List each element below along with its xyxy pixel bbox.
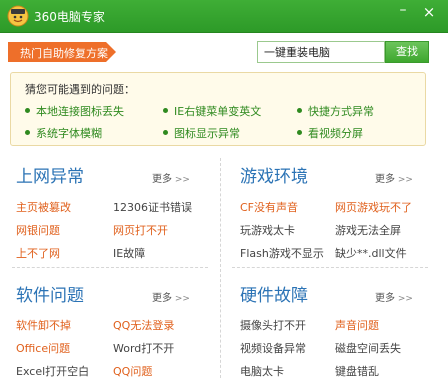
title-bar: 360电脑专家 – × [0,0,448,33]
link-item[interactable]: Flash游戏不显示 [240,245,324,261]
guess-item[interactable]: 看视频分屏 [297,125,363,141]
more-link-internet[interactable]: 更多 >> [152,170,190,185]
link-item[interactable]: 网页游戏玩不了 [335,199,412,215]
link-item[interactable]: 上不了网 [16,245,60,261]
link-item[interactable]: 摄像头打不开 [240,317,306,333]
mascot-icon [7,5,29,27]
search-input[interactable] [257,41,385,63]
link-item[interactable]: Word打不开 [113,340,174,356]
guess-item[interactable]: 图标显示异常 [163,125,240,141]
link-item[interactable]: CF没有声音 [240,199,298,215]
dot-icon [163,108,168,113]
link-item[interactable]: Office问题 [16,340,70,356]
row-divider [232,267,428,268]
section-title-hardware: 硬件故障 [240,286,308,306]
link-item[interactable]: 游戏无法全屏 [335,222,401,238]
link-item[interactable]: 玩游戏太卡 [240,222,295,238]
link-item[interactable]: 电脑太卡 [240,363,284,379]
link-item[interactable]: IE故障 [113,245,145,261]
guess-problems-box: 猜您可能遇到的问题： 本地连接图标丢失 IE右键菜单变英文 快捷方式异常 系统字… [10,72,426,146]
link-item[interactable]: 键盘错乱 [335,363,379,379]
link-item[interactable]: 视频设备异常 [240,340,306,356]
link-item[interactable]: 磁盘空间丢失 [335,340,401,356]
link-item[interactable]: QQ无法登录 [113,317,174,333]
more-link-software[interactable]: 更多 >> [152,289,190,304]
dot-icon [297,130,302,135]
hot-repair-label: 热门自助修复方案 [20,47,108,60]
dot-icon [25,108,30,113]
section-title-games: 游戏环境 [240,167,308,187]
double-chevron-right-icon: >> [172,294,190,304]
guess-item[interactable]: 本地连接图标丢失 [25,103,124,119]
more-link-hardware[interactable]: 更多 >> [375,289,413,304]
link-item[interactable]: QQ问题 [113,363,152,379]
close-button[interactable]: × [418,3,440,23]
double-chevron-right-icon: >> [395,294,413,304]
guess-item[interactable]: 系统字体模糊 [25,125,102,141]
link-item[interactable]: 缺少**.dll文件 [335,245,407,261]
dot-icon [25,130,30,135]
link-item[interactable]: 声音问题 [335,317,379,333]
link-item[interactable]: 软件卸不掉 [16,317,71,333]
double-chevron-right-icon: >> [395,175,413,185]
double-chevron-right-icon: >> [172,175,190,185]
guess-item[interactable]: IE右键菜单变英文 [163,103,261,119]
link-item[interactable]: 12306证书错误 [113,199,192,215]
hot-repair-tag: 热门自助修复方案 [8,42,116,62]
link-item[interactable]: 网银问题 [16,222,60,238]
column-divider [220,158,221,378]
dot-icon [297,108,302,113]
row-divider [12,267,208,268]
search-button[interactable]: 查找 [385,41,429,63]
app-title: 360电脑专家 [34,10,105,24]
minimize-button[interactable]: – [394,3,412,22]
guess-item[interactable]: 快捷方式异常 [297,103,374,119]
link-item[interactable]: 主页被篡改 [16,199,71,215]
more-link-games[interactable]: 更多 >> [375,170,413,185]
section-title-software: 软件问题 [16,286,84,306]
dot-icon [163,130,168,135]
link-item[interactable]: Excel打开空白 [16,363,89,379]
section-title-internet: 上网异常 [16,167,84,187]
link-item[interactable]: 网页打不开 [113,222,168,238]
guess-title: 猜您可能遇到的问题： [25,83,135,96]
